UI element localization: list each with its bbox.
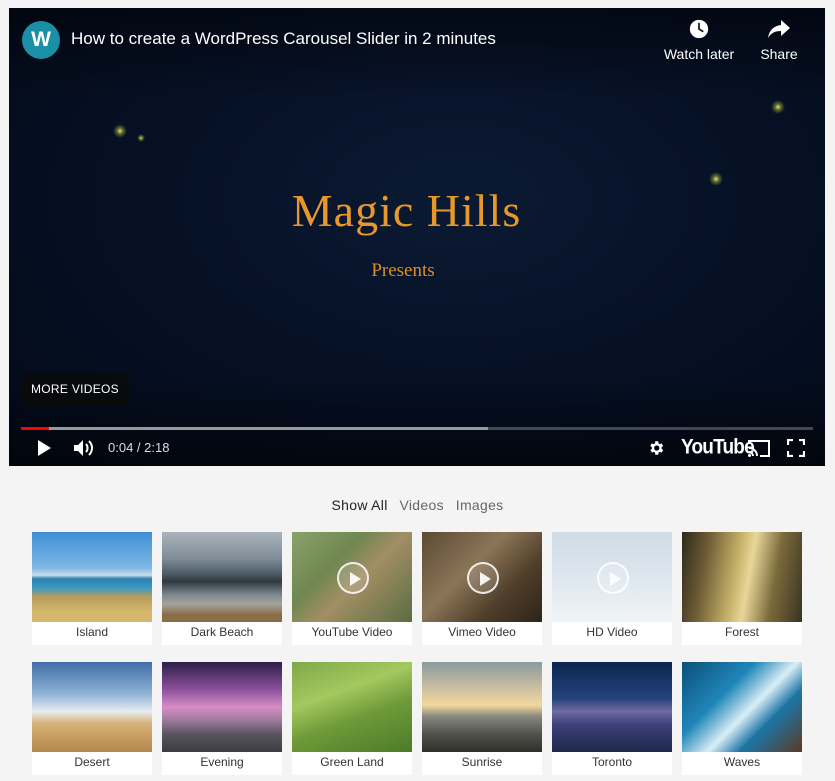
gallery-item-island[interactable]: Island: [32, 532, 152, 645]
youtube-logo[interactable]: YouTube: [681, 436, 755, 461]
play-overlay-icon: [337, 562, 369, 594]
video-player[interactable]: W How to create a WordPress Carousel Sli…: [9, 8, 825, 466]
gallery-item-dark-beach[interactable]: Dark Beach: [162, 532, 282, 645]
time-display: 0:04 / 2:18: [108, 440, 170, 455]
gallery-caption: Toronto: [591, 755, 633, 769]
firefly-glow: [771, 100, 785, 114]
play-button[interactable]: [35, 439, 53, 462]
thumbnail-image: [552, 532, 672, 622]
volume-button[interactable]: [73, 438, 95, 463]
firefly-glow: [113, 124, 127, 138]
gallery-caption: Sunrise: [461, 755, 503, 769]
gallery-caption: Vimeo Video: [448, 625, 516, 639]
gallery-caption: Island: [75, 625, 109, 639]
thumbnail-image: [422, 662, 542, 752]
progress-played: [21, 427, 49, 430]
cast-icon: [748, 440, 770, 457]
gallery-caption: Desert: [74, 755, 110, 769]
gallery-item-hd-video[interactable]: HD Video: [552, 532, 672, 645]
gallery-item-vimeo-video[interactable]: Vimeo Video: [422, 532, 542, 645]
filter-images[interactable]: Images: [456, 497, 504, 513]
gallery-caption: Green Land: [320, 755, 384, 769]
filter-videos[interactable]: Videos: [400, 497, 444, 513]
watch-later-label: Watch later: [663, 46, 735, 62]
thumbnail-image: [162, 662, 282, 752]
gallery-filter-bar: Show All Videos Images: [0, 497, 835, 513]
play-overlay-icon: [467, 562, 499, 594]
thumbnail-image: [32, 532, 152, 622]
more-videos-button[interactable]: MORE VIDEOS: [21, 373, 129, 405]
video-brand-title: Magic Hills: [291, 185, 522, 236]
thumbnail-image: [682, 532, 802, 622]
gallery-item-desert[interactable]: Desert: [32, 662, 152, 775]
thumbnail-image: [292, 532, 412, 622]
gallery-caption: HD Video: [586, 625, 638, 639]
gallery-caption: YouTube Video: [311, 625, 393, 639]
gear-icon: [650, 441, 664, 455]
thumbnail-image: [162, 532, 282, 622]
filter-show-all[interactable]: Show All: [332, 497, 388, 513]
gallery-item-evening[interactable]: Evening: [162, 662, 282, 775]
gallery-item-youtube-video[interactable]: YouTube Video: [292, 532, 412, 645]
video-brand-subtitle: Presents: [371, 260, 435, 281]
firefly-glow: [137, 134, 145, 142]
thumbnail-image: [32, 662, 152, 752]
gallery-item-forest[interactable]: Forest: [682, 532, 802, 645]
thumbnail-image: [422, 532, 542, 622]
thumbnail-image: [552, 662, 672, 752]
progress-loaded: [21, 427, 489, 430]
clock-icon: [689, 19, 709, 39]
watch-later-button[interactable]: Watch later: [661, 18, 737, 62]
gallery-caption: Waves: [723, 755, 761, 769]
share-arrow-icon: [768, 20, 790, 38]
gallery-caption: Forest: [724, 625, 759, 639]
thumbnail-image: [292, 662, 412, 752]
gallery-item-waves[interactable]: Waves: [682, 662, 802, 775]
gallery-item-toronto[interactable]: Toronto: [552, 662, 672, 775]
gallery-item-sunrise[interactable]: Sunrise: [422, 662, 542, 775]
video-title[interactable]: How to create a WordPress Carousel Slide…: [71, 29, 496, 49]
channel-avatar[interactable]: W: [22, 21, 60, 59]
play-overlay-icon: [597, 562, 629, 594]
share-label: Share: [760, 46, 798, 62]
share-button[interactable]: Share: [754, 18, 804, 62]
thumbnail-image: [682, 662, 802, 752]
gallery-item-green-land[interactable]: Green Land: [292, 662, 412, 775]
play-icon: [38, 440, 51, 456]
cast-button[interactable]: [747, 439, 771, 463]
fullscreen-button[interactable]: [786, 438, 806, 462]
volume-icon: [74, 440, 93, 456]
fullscreen-icon: [786, 438, 806, 458]
progress-bar[interactable]: [21, 427, 813, 430]
gallery-caption: Evening: [200, 755, 244, 769]
settings-button[interactable]: [647, 439, 665, 462]
gallery-caption: Dark Beach: [190, 625, 254, 639]
